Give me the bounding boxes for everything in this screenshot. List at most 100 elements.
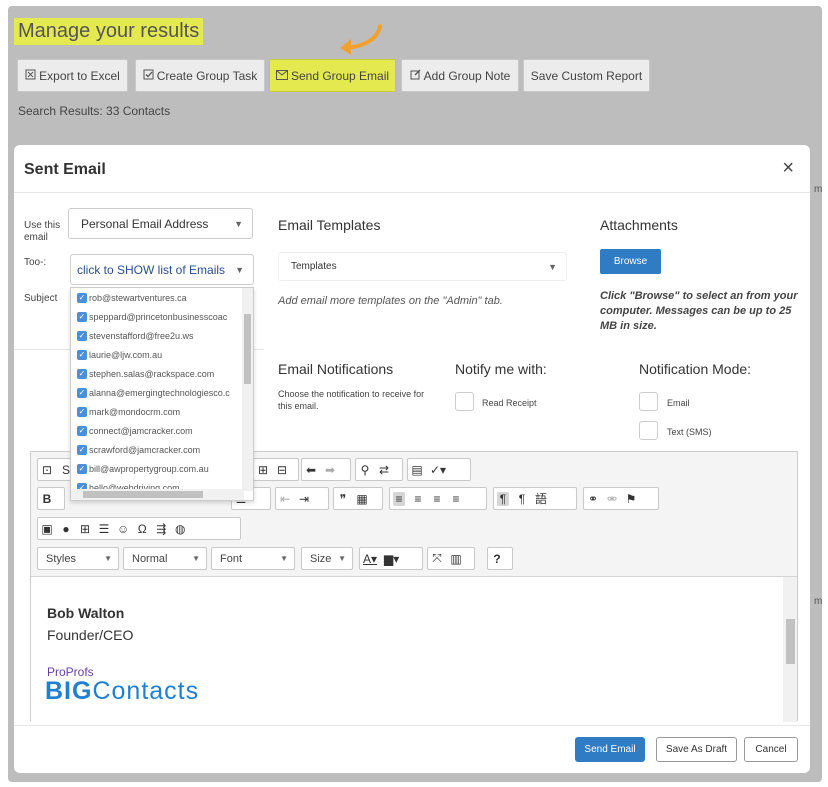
smiley-icon[interactable]: ☺ bbox=[117, 522, 129, 536]
browse-button[interactable]: Browse bbox=[600, 249, 661, 274]
find-icon[interactable]: ⚲ bbox=[359, 463, 371, 477]
background-color-icon[interactable]: ▆▾ bbox=[384, 552, 399, 566]
add-group-note-button[interactable]: Add Group Note bbox=[401, 59, 519, 92]
justify-icon[interactable]: ≡ bbox=[450, 492, 462, 506]
email-list-item[interactable]: ✓ alanna@emergingtechnologiesco.c bbox=[77, 384, 230, 401]
text-color-icon[interactable]: A▾ bbox=[363, 552, 377, 566]
anchor-flag-icon[interactable]: ⚑ bbox=[625, 492, 637, 506]
email-list-item[interactable]: ✓ stephen.salas@rackspace.com bbox=[77, 365, 214, 382]
templates-select[interactable]: Templates ▼ bbox=[278, 252, 567, 281]
email-address: laurie@ljw.com.au bbox=[89, 349, 163, 360]
dropdown-horizontal-scrollbar[interactable] bbox=[71, 489, 244, 500]
indent-group[interactable]: ⇤ ⇥ bbox=[275, 487, 329, 510]
mode-sms-checkbox[interactable] bbox=[639, 421, 658, 440]
email-checkbox[interactable]: ✓ bbox=[77, 368, 87, 379]
email-dropdown-list[interactable]: ✓ rob@stewartventures.ca ✓ speppard@princet… bbox=[70, 287, 254, 501]
iframe-icon[interactable]: ◍ bbox=[174, 522, 186, 536]
align-group[interactable]: ≡ ≡ ≡ ≡ bbox=[389, 487, 487, 510]
read-receipt-checkbox[interactable] bbox=[455, 392, 474, 411]
insert-group[interactable]: ▣ ● ⊞ ☰ ☺ Ω ⇶ ◍ bbox=[37, 517, 241, 540]
font-value: Font bbox=[220, 552, 243, 565]
paste-group[interactable]: ⊞ ⊟ bbox=[253, 458, 299, 481]
align-center-icon[interactable]: ≡ bbox=[412, 492, 424, 506]
email-checkbox[interactable]: ✓ bbox=[77, 330, 87, 341]
editor-scrollbar[interactable] bbox=[783, 577, 797, 722]
email-checkbox[interactable]: ✓ bbox=[77, 349, 87, 360]
paste-text-icon: ⊞ bbox=[257, 462, 269, 477]
select-spell-group[interactable]: ▤ ✓▾ bbox=[407, 458, 471, 481]
email-list-item[interactable]: ✓ bill@awpropertygroup.com.au bbox=[77, 460, 209, 477]
ltr-icon[interactable]: ¶ bbox=[497, 491, 509, 506]
unlink-icon[interactable]: ⚮ bbox=[606, 492, 618, 506]
link-group[interactable]: ⚭ ⚮ ⚑ bbox=[583, 487, 659, 510]
flash-icon[interactable]: ● bbox=[60, 522, 72, 536]
replace-icon[interactable]: ⇄ bbox=[378, 463, 390, 477]
indent-icon[interactable]: ⇥ bbox=[298, 492, 310, 506]
email-checkbox[interactable]: ✓ bbox=[77, 425, 87, 436]
email-list-item[interactable]: ✓ scrawford@jamcracker.com bbox=[77, 441, 200, 458]
table-icon[interactable]: ⊞ bbox=[79, 522, 91, 536]
mode-email-checkbox[interactable] bbox=[639, 392, 658, 411]
email-checkbox[interactable]: ✓ bbox=[77, 406, 87, 417]
redo-icon[interactable]: ➡ bbox=[324, 463, 336, 477]
save-as-draft-button[interactable]: Save As Draft bbox=[656, 737, 737, 762]
use-email-select[interactable]: Personal Email Address ▼ bbox=[68, 208, 253, 239]
email-checkbox[interactable]: ✓ bbox=[77, 387, 87, 398]
to-select[interactable]: click to SHOW list of Emails ▼ bbox=[70, 254, 254, 285]
language-icon[interactable]: 語 bbox=[535, 490, 547, 507]
blockquote-icon[interactable]: ❞ bbox=[337, 492, 349, 506]
undo-icon[interactable]: ⬅ bbox=[305, 463, 317, 477]
font-combo[interactable]: Font ▼ bbox=[211, 547, 295, 570]
envelope-icon bbox=[275, 69, 288, 83]
email-list-item[interactable]: ✓ mark@mondocrm.com bbox=[77, 403, 180, 420]
email-list-item[interactable]: ✓ rob@stewartventures.ca bbox=[77, 289, 187, 306]
save-custom-report-button[interactable]: Save Custom Report bbox=[523, 59, 650, 92]
block-group[interactable]: ❞ ▦ bbox=[333, 487, 383, 510]
horizontal-line-icon[interactable]: ☰ bbox=[98, 522, 110, 536]
modal-footer: Send Email Save As Draft Cancel bbox=[14, 725, 810, 773]
show-blocks-icon[interactable]: ▥ bbox=[450, 552, 462, 566]
email-list-item[interactable]: ✓ connect@jamcracker.com bbox=[77, 422, 193, 439]
div-icon[interactable]: ▦ bbox=[356, 492, 368, 506]
cancel-button[interactable]: Cancel bbox=[744, 737, 798, 762]
align-left-icon[interactable]: ≡ bbox=[393, 491, 405, 506]
select-all-icon[interactable]: ▤ bbox=[411, 463, 423, 477]
bold-button[interactable]: B bbox=[37, 487, 65, 510]
email-checkbox[interactable]: ✓ bbox=[77, 444, 87, 455]
outdent-icon[interactable]: ⇤ bbox=[279, 492, 291, 506]
create-group-task-button[interactable]: Create Group Task bbox=[135, 59, 265, 92]
size-combo[interactable]: Size ▼ bbox=[301, 547, 353, 570]
styles-combo[interactable]: Styles ▼ bbox=[37, 547, 119, 570]
help-button[interactable]: ? bbox=[487, 547, 513, 570]
link-icon[interactable]: ⚭ bbox=[587, 492, 599, 506]
direction-group[interactable]: ¶ ¶ 語 bbox=[493, 487, 577, 510]
editor-content[interactable]: Bob Walton Founder/CEO ProProfs BIGConta… bbox=[31, 577, 797, 722]
undo-redo-group[interactable]: ⬅ ➡ bbox=[301, 458, 351, 481]
spellcheck-icon[interactable]: ✓▾ bbox=[430, 463, 446, 477]
image-icon[interactable]: ▣ bbox=[41, 522, 53, 536]
dropdown-vertical-scrollbar[interactable] bbox=[242, 288, 253, 491]
tools-group[interactable]: ⤧ ▥ bbox=[427, 547, 475, 570]
email-checkbox[interactable]: ✓ bbox=[77, 463, 87, 474]
help-icon: ? bbox=[493, 551, 501, 566]
special-char-icon[interactable]: Ω bbox=[136, 522, 148, 536]
email-checkbox[interactable]: ✓ bbox=[77, 311, 87, 322]
export-to-excel-button[interactable]: Export to Excel bbox=[17, 59, 128, 92]
save-custom-report-label: Save Custom Report bbox=[530, 68, 643, 83]
color-group[interactable]: A▾ ▆▾ bbox=[359, 547, 423, 570]
send-email-button[interactable]: Send Email bbox=[575, 737, 645, 762]
mode-email-label: Email bbox=[667, 398, 690, 408]
rtl-icon[interactable]: ¶ bbox=[516, 492, 528, 506]
email-list-item[interactable]: ✓ laurie@ljw.com.au bbox=[77, 346, 162, 363]
email-list-item[interactable]: ✓ stevenstafford@free2u.ws bbox=[77, 327, 194, 344]
send-group-email-button[interactable]: Send Group Email bbox=[269, 59, 396, 92]
source-icon: ⊡ bbox=[41, 462, 53, 477]
email-checkbox[interactable]: ✓ bbox=[77, 292, 87, 303]
email-list-item[interactable]: ✓ speppard@princetonbusinesscoac bbox=[77, 308, 227, 325]
close-icon[interactable]: × bbox=[782, 157, 794, 180]
find-replace-group[interactable]: ⚲ ⇄ bbox=[355, 458, 403, 481]
format-combo[interactable]: Normal ▼ bbox=[123, 547, 207, 570]
align-right-icon[interactable]: ≡ bbox=[431, 492, 443, 506]
maximize-icon[interactable]: ⤧ bbox=[431, 551, 443, 566]
page-break-icon[interactable]: ⇶ bbox=[155, 522, 167, 536]
